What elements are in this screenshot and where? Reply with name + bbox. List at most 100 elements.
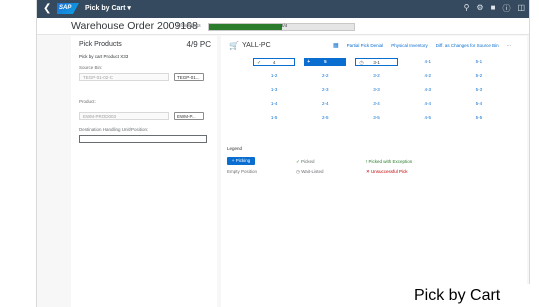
check-icon: ✓	[257, 60, 262, 66]
cart-position-cell[interactable]: 2-3	[304, 86, 346, 94]
cell-label: 1-5	[270, 115, 278, 120]
progress-fill	[209, 24, 282, 30]
cart-position-cell[interactable]: 4-1	[407, 58, 449, 66]
cart-toolbar: ▦ Partial Pick Denial Physical Inventory…	[333, 42, 511, 49]
progress-text: 2/4	[281, 23, 288, 28]
cell-label: 3-3	[373, 87, 380, 92]
cart-position-cell[interactable]: 1-3	[253, 86, 295, 94]
grid-row: 1-2 2-2 3-2 4-2 5-2	[253, 72, 509, 80]
cart-position-cell[interactable]: 2-4	[304, 100, 346, 108]
back-arrow-icon[interactable]: ❮	[43, 3, 51, 14]
cart-position-cell[interactable]: 3-4	[355, 100, 397, 108]
cell-label: 1-3	[270, 87, 278, 92]
pick-steps-label: Pick Steps	[177, 23, 201, 29]
cell-label: 2-5	[322, 115, 329, 120]
cell-label: 1-2	[270, 73, 278, 78]
cell-label: 5-5	[475, 115, 483, 120]
cell-label: 5-2	[475, 73, 483, 78]
legend-unsuccessful: ✕ Unsuccessful Pick	[366, 169, 408, 174]
cart-position-cell[interactable]: ✓ 4	[253, 58, 296, 66]
app-shell: ❮ SAP Pick by Cart ▾ ⚲ ⚙ ■ ⓘ ◫ Warehouse…	[36, 0, 530, 307]
cart-position-cell[interactable]: 4-3	[407, 86, 449, 94]
help-icon[interactable]: ⓘ	[502, 3, 510, 14]
grid-row: 1-4 2-4 3-4 4-4 5-4	[253, 100, 509, 108]
page-header: Warehouse Order 2009168 Pick Steps 2/4	[37, 18, 529, 35]
destination-hu-input[interactable]	[79, 135, 207, 143]
plus-icon: +	[307, 59, 311, 65]
search-icon[interactable]: ⚲	[464, 3, 470, 14]
cart-position-cell[interactable]: 3-3	[355, 86, 397, 94]
cart-position-cell[interactable]: 1-4	[253, 100, 295, 108]
cell-label: 5-4	[475, 101, 483, 106]
cart-name: YALL-PC	[242, 42, 271, 49]
x-icon: ✕	[366, 169, 370, 174]
exclamation-icon: !	[366, 159, 368, 164]
legend-picked-exception: ! Picked with Exception	[366, 159, 413, 164]
pick-steps-progress: 2/4	[208, 23, 355, 31]
cell-label: 4-5	[424, 115, 431, 120]
user-icon[interactable]: ◫	[517, 3, 525, 14]
destination-label: Destination Handling Unit/Position:	[79, 127, 149, 132]
shell-bar: ❮ SAP Pick by Cart ▾ ⚲ ⚙ ■ ⓘ ◫	[37, 0, 529, 18]
cell-label: 2-2	[322, 73, 329, 78]
legend-wait-listed: ◷ Wait-Listed	[296, 169, 324, 174]
cart-position-cell[interactable]: 2-2	[304, 72, 346, 80]
cart-position-cell[interactable]: ◷ 3-1	[355, 58, 398, 66]
legend-picked: ✓ Picked	[296, 159, 315, 164]
cell-label: 5	[324, 59, 327, 64]
cart-position-cell[interactable]: 1-5	[253, 114, 295, 122]
cart-position-cell[interactable]: +5	[304, 58, 347, 66]
clock-icon: ◷	[359, 60, 364, 66]
cart-position-cell[interactable]: 5-1	[458, 58, 500, 66]
source-bin-button[interactable]: TEGP-01...	[174, 73, 204, 81]
cell-label: 4	[272, 60, 276, 65]
more-icon[interactable]: ···	[507, 43, 512, 48]
cart-position-cell[interactable]: 5-2	[458, 72, 500, 80]
cell-label: 4-4	[424, 101, 431, 106]
cart-position-cell[interactable]: 4-5	[407, 114, 449, 122]
cell-label: 2-3	[322, 87, 329, 92]
settings-icon[interactable]: ⚙	[476, 3, 483, 14]
cell-label: 3-1	[373, 60, 380, 65]
diff-as-changes-button[interactable]: Diff. as Changes for Source Bin	[436, 43, 499, 48]
legend-picking: + Picking	[227, 157, 255, 165]
source-bin-field: TEGP-01-02-C	[79, 73, 169, 81]
caption-text: Pick by Cart	[413, 284, 539, 307]
cell-label: 3-2	[373, 73, 380, 78]
notifications-icon[interactable]: ■	[491, 3, 496, 14]
legend-empty-position: Empty Position	[227, 169, 258, 174]
cart-position-cell[interactable]: 3-2	[355, 72, 397, 80]
source-bin-label: Source Bin:	[79, 65, 103, 70]
grid-row: 1-5 2-5 3-5 4-5 5-5	[253, 114, 509, 122]
cell-label: 3-4	[373, 101, 380, 106]
cell-label: 5-1	[475, 59, 483, 64]
grid-row: 1-3 2-3 3-3 4-3 5-3	[253, 86, 509, 94]
partial-pick-denial-button[interactable]: Partial Pick Denial	[347, 43, 384, 48]
grid-row: ✓ 4 +5 ◷ 3-1 4-1 5-1	[253, 58, 509, 66]
cart-icon: 🛒	[229, 41, 239, 50]
clock-icon: ◷	[296, 169, 300, 174]
product-button[interactable]: EWM-P...	[174, 112, 204, 120]
cart-position-cell[interactable]: 4-4	[407, 100, 449, 108]
cart-position-cell[interactable]: 5-4	[458, 100, 500, 108]
cell-label: 3-5	[373, 115, 380, 120]
app-title-menu[interactable]: Pick by Cart ▾	[85, 4, 131, 12]
cell-label: 2-4	[322, 101, 329, 106]
cart-position-cell[interactable]: 5-5	[458, 114, 500, 122]
cart-position-cell[interactable]: 2-5	[304, 114, 346, 122]
cart-position-cell[interactable]: 5-3	[458, 86, 500, 94]
cart-panel: 🛒 YALL-PC ▦ Partial Pick Denial Physical…	[221, 36, 527, 307]
pick-products-panel: Pick Products 4/9 PC Pick by cart Produc…	[71, 36, 217, 307]
cell-label: 1-4	[270, 101, 278, 106]
panel-subtitle: Pick by cart Product X33	[79, 54, 129, 59]
cart-position-cell[interactable]: 3-5	[355, 114, 397, 122]
physical-inventory-button[interactable]: Physical Inventory	[391, 43, 428, 48]
product-field: EWM-PROD003	[79, 112, 169, 120]
cart-position-cell[interactable]: 1-2	[253, 72, 295, 80]
list-icon[interactable]: ▦	[333, 42, 339, 49]
sap-logo: SAP	[57, 3, 79, 14]
cell-label: 4-1	[424, 59, 432, 64]
panel-title: Pick Products	[79, 41, 122, 48]
cart-position-cell[interactable]: 4-2	[407, 72, 449, 80]
legend-title: Legend	[227, 146, 243, 151]
